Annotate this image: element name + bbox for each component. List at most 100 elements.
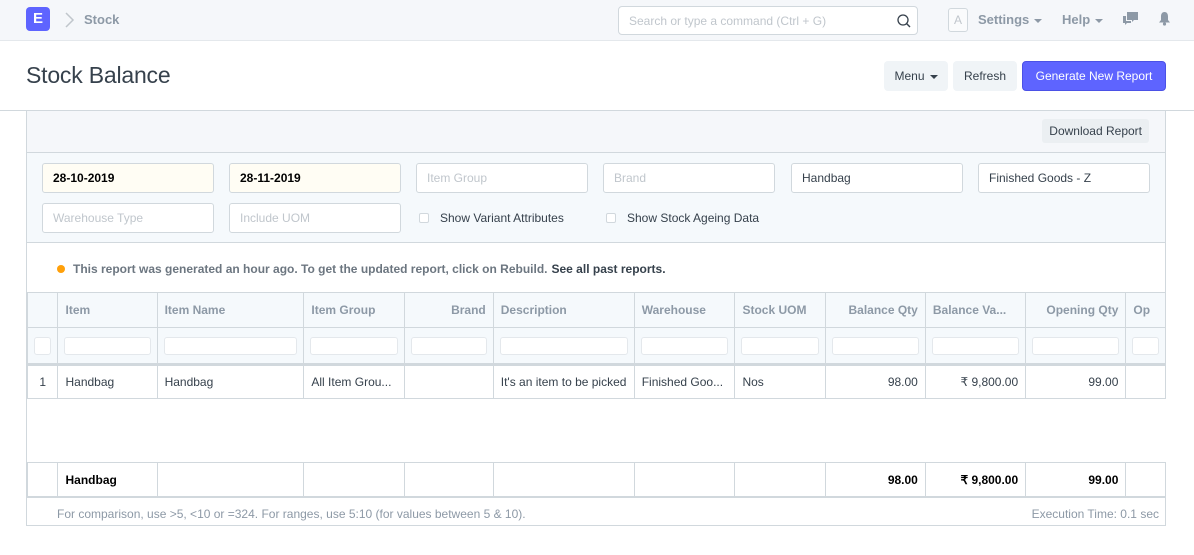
filter-cell (303, 327, 406, 366)
page-title: Stock Balance (26, 62, 171, 88)
filter-cell (492, 327, 635, 366)
warehouse-field[interactable] (978, 163, 1150, 193)
cell-opening-qty[interactable]: 99.00 (1025, 364, 1127, 399)
column-header-item-name[interactable]: Item Name (156, 292, 305, 328)
to-date-field[interactable] (229, 163, 401, 193)
filter-input-brand[interactable] (411, 336, 487, 355)
report-footer: For comparison, use >5, <10 or =324. For… (27, 496, 1165, 526)
menu-label: Menu (894, 69, 925, 83)
filter-input-opening-value[interactable] (1132, 336, 1159, 355)
report-datatable: Item Item Name Item Group Brand Descript… (27, 292, 1166, 497)
total-cell (633, 462, 736, 497)
report-toolbar: Download Report (27, 111, 1165, 153)
item-group-field[interactable] (416, 163, 588, 193)
app-logo[interactable]: E (26, 7, 50, 31)
filter-area: Show Variant Attributes Show Stock Agein… (27, 153, 1165, 243)
cell-balance-qty[interactable]: 98.00 (824, 364, 926, 399)
checkbox-box[interactable] (606, 213, 616, 223)
show-stock-ageing-checkbox[interactable]: Show Stock Ageing Data (606, 211, 759, 225)
filter-cell (404, 327, 494, 366)
filter-cell (1125, 327, 1166, 366)
total-cell (1125, 462, 1166, 497)
filter-cell (57, 327, 158, 366)
column-header-index (27, 292, 59, 328)
column-header-item[interactable]: Item (57, 292, 158, 328)
total-cell (734, 462, 826, 497)
cell-brand[interactable] (404, 364, 494, 399)
avatar[interactable]: A (948, 8, 968, 32)
column-header-warehouse[interactable]: Warehouse (633, 292, 736, 328)
total-cell (303, 462, 406, 497)
show-variant-attributes-checkbox[interactable]: Show Variant Attributes (419, 211, 564, 225)
item-field[interactable] (791, 163, 963, 193)
chat-icon[interactable] (1122, 11, 1139, 26)
settings-label: Settings (978, 12, 1030, 27)
caret-down-icon (1034, 18, 1043, 23)
download-report-button[interactable]: Download Report (1042, 119, 1149, 143)
settings-dropdown[interactable]: Settings (978, 12, 1043, 27)
column-header-opening-value[interactable]: Op (1125, 292, 1166, 328)
from-date-field[interactable] (42, 163, 214, 193)
filter-input-item[interactable] (64, 336, 151, 355)
bell-icon[interactable] (1158, 11, 1171, 26)
filter-input-balance-qty[interactable] (831, 336, 919, 355)
search-input[interactable] (629, 13, 879, 29)
search-icon[interactable] (896, 13, 912, 29)
past-reports-link[interactable]: See all past reports. (552, 262, 666, 276)
filter-cell (27, 327, 59, 366)
navbar: E Stock A Settings Help (0, 0, 1194, 41)
refresh-button[interactable]: Refresh (953, 61, 1017, 91)
filter-cell (734, 327, 826, 366)
search-bar[interactable] (618, 6, 918, 35)
total-cell (492, 462, 635, 497)
filter-input-item-group[interactable] (310, 336, 399, 355)
warehouse-type-field[interactable] (42, 203, 214, 233)
cell-opening-value[interactable] (1125, 364, 1166, 399)
cell-balance-value[interactable]: ₹ 9,800.00 (924, 364, 1027, 399)
notice-text: This report was generated an hour ago. T… (73, 262, 548, 276)
column-header-balance-value[interactable]: Balance Va... (924, 292, 1027, 328)
header-row: Item Item Name Item Group Brand Descript… (27, 292, 1166, 328)
filter-cell (1025, 327, 1127, 366)
cell-description[interactable]: It's an item to be picked (492, 364, 635, 399)
caret-down-icon (1095, 18, 1104, 23)
filter-input-item-name[interactable] (163, 336, 298, 355)
cell-warehouse[interactable]: Finished Goo... (633, 364, 736, 399)
cell-item-group[interactable]: All Item Grou... (303, 364, 406, 399)
column-header-balance-qty[interactable]: Balance Qty (824, 292, 926, 328)
total-opening-qty: 99.00 (1025, 462, 1127, 497)
column-header-opening-qty[interactable]: Opening Qty (1025, 292, 1127, 328)
spacer-cell (27, 398, 1166, 463)
total-item: Handbag (57, 462, 158, 497)
report-notice: This report was generated an hour ago. T… (57, 262, 666, 276)
cell-item[interactable]: Handbag (57, 364, 158, 399)
help-dropdown[interactable]: Help (1062, 12, 1104, 27)
breadcrumb-stock[interactable]: Stock (84, 12, 119, 27)
column-header-description[interactable]: Description (492, 292, 635, 328)
generate-new-report-button[interactable]: Generate New Report (1022, 61, 1166, 91)
column-header-brand[interactable]: Brand (404, 292, 494, 328)
filter-input-stock-uom[interactable] (741, 336, 819, 355)
help-label: Help (1062, 12, 1091, 27)
filter-input-description[interactable] (499, 336, 628, 355)
filter-input-warehouse[interactable] (640, 336, 729, 355)
status-dot-icon (57, 265, 65, 273)
execution-time: Execution Time: 0.1 sec (1031, 507, 1159, 521)
total-cell (404, 462, 494, 497)
checkbox-label: Show Variant Attributes (440, 211, 564, 225)
column-header-item-group[interactable]: Item Group (303, 292, 406, 328)
filter-input-balance-value[interactable] (931, 336, 1020, 355)
filter-cell (824, 327, 926, 366)
filter-input-opening-qty[interactable] (1032, 336, 1120, 355)
filter-cell (633, 327, 736, 366)
total-index (27, 462, 59, 497)
cell-item-name[interactable]: Handbag (156, 364, 305, 399)
row-select-all-checkbox[interactable] (34, 336, 52, 355)
column-header-stock-uom[interactable]: Stock UOM (734, 292, 826, 328)
menu-button[interactable]: Menu (884, 61, 948, 91)
cell-stock-uom[interactable]: Nos (734, 364, 826, 399)
table-row[interactable]: 1 Handbag Handbag All Item Grou... It's … (27, 364, 1166, 399)
include-uom-field[interactable] (229, 203, 401, 233)
brand-field[interactable] (603, 163, 775, 193)
checkbox-box[interactable] (419, 213, 429, 223)
